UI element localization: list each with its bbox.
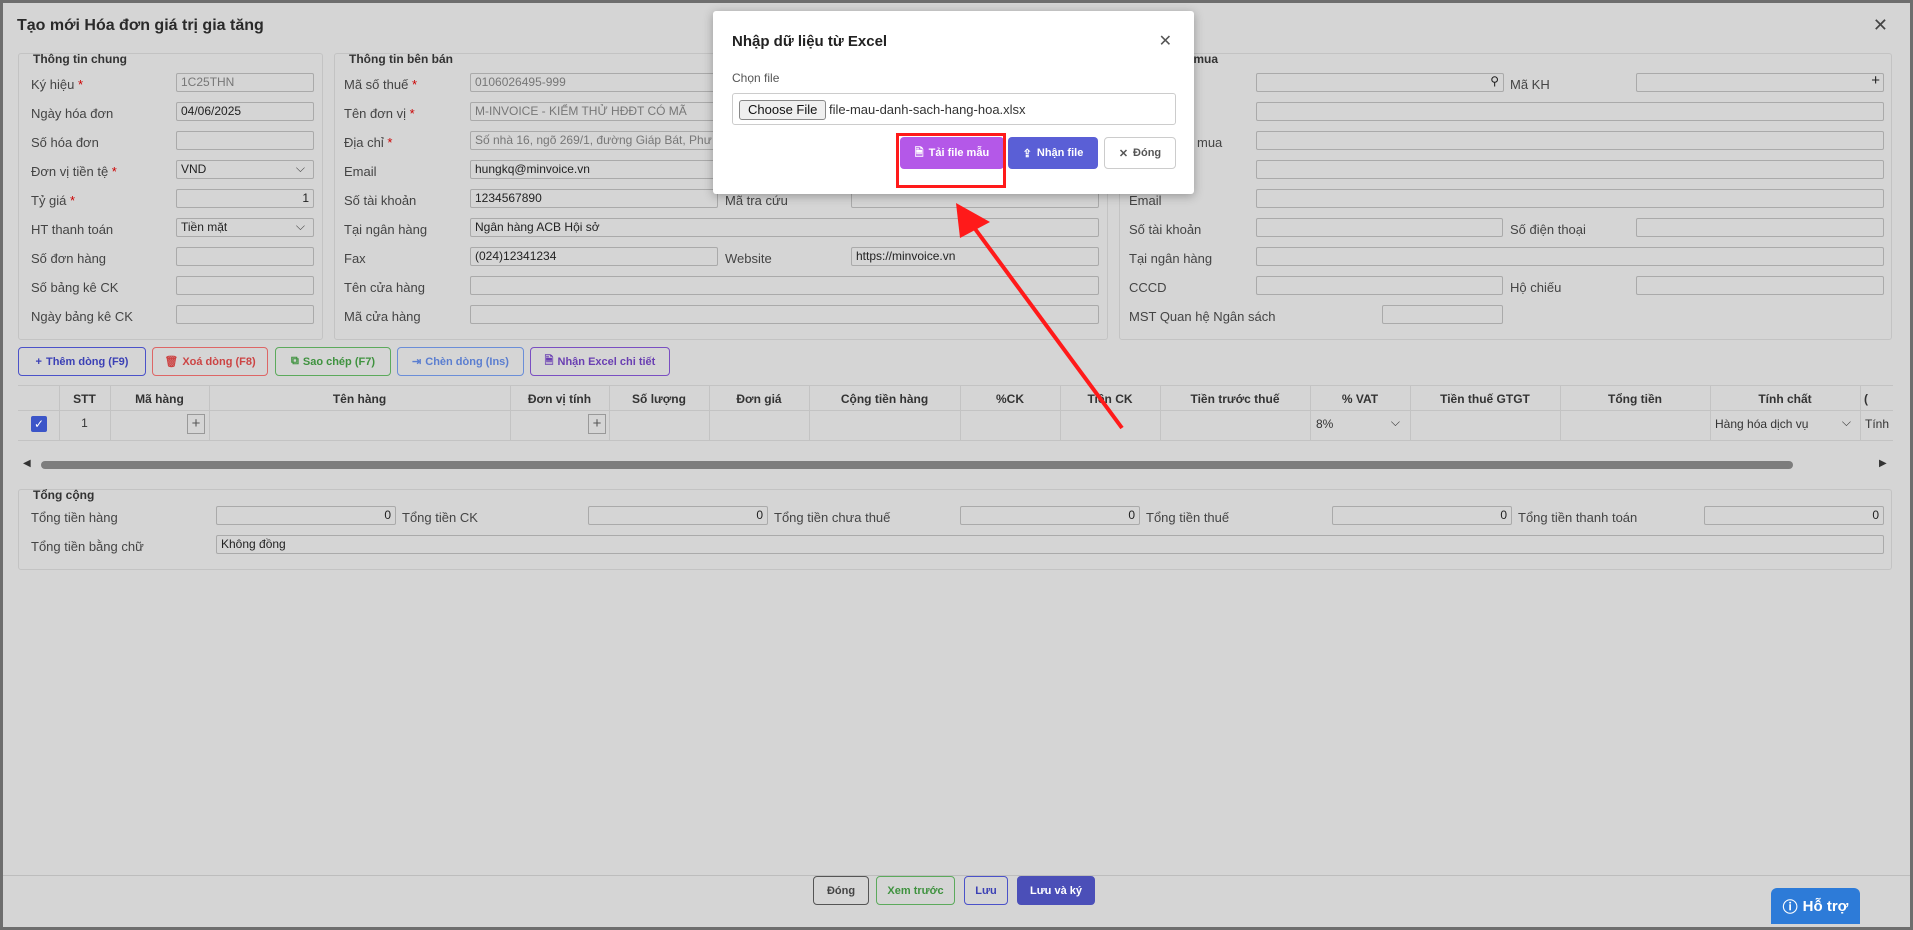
annotation-arrow xyxy=(956,203,1124,430)
help-button[interactable]: ⓘ Hỗ trợ xyxy=(1771,888,1860,924)
help-icon: ⓘ xyxy=(1782,898,1798,916)
